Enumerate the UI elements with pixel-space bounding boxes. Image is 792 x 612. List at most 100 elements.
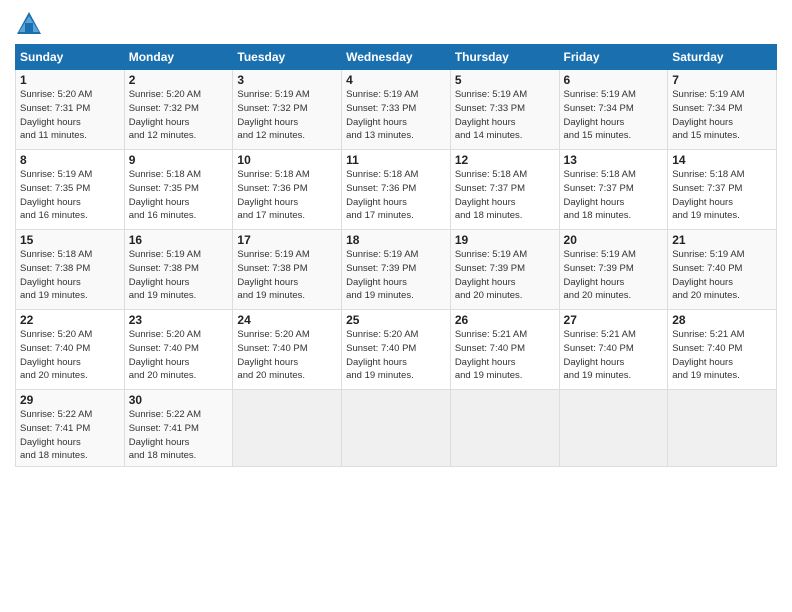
calendar-cell: 1 Sunrise: 5:20 AMSunset: 7:31 PMDayligh… (16, 70, 125, 150)
day-info: Sunrise: 5:22 AMSunset: 7:41 PMDaylight … (20, 409, 92, 461)
day-info: Sunrise: 5:19 AMSunset: 7:38 PMDaylight … (237, 249, 309, 301)
calendar-cell: 21 Sunrise: 5:19 AMSunset: 7:40 PMDaylig… (668, 230, 777, 310)
calendar-cell: 29 Sunrise: 5:22 AMSunset: 7:41 PMDaylig… (16, 390, 125, 467)
calendar-cell: 17 Sunrise: 5:19 AMSunset: 7:38 PMDaylig… (233, 230, 342, 310)
day-number: 8 (20, 153, 120, 167)
week-row-4: 22 Sunrise: 5:20 AMSunset: 7:40 PMDaylig… (16, 310, 777, 390)
day-number: 14 (672, 153, 772, 167)
weekday-header-sunday: Sunday (16, 45, 125, 70)
day-number: 22 (20, 313, 120, 327)
calendar-cell: 6 Sunrise: 5:19 AMSunset: 7:34 PMDayligh… (559, 70, 668, 150)
day-info: Sunrise: 5:19 AMSunset: 7:34 PMDaylight … (564, 89, 636, 141)
page: SundayMondayTuesdayWednesdayThursdayFrid… (0, 0, 792, 612)
calendar-cell: 24 Sunrise: 5:20 AMSunset: 7:40 PMDaylig… (233, 310, 342, 390)
calendar-cell: 4 Sunrise: 5:19 AMSunset: 7:33 PMDayligh… (342, 70, 451, 150)
day-info: Sunrise: 5:19 AMSunset: 7:35 PMDaylight … (20, 169, 92, 221)
calendar-cell: 12 Sunrise: 5:18 AMSunset: 7:37 PMDaylig… (450, 150, 559, 230)
calendar: SundayMondayTuesdayWednesdayThursdayFrid… (15, 44, 777, 467)
day-info: Sunrise: 5:19 AMSunset: 7:38 PMDaylight … (129, 249, 201, 301)
calendar-cell: 14 Sunrise: 5:18 AMSunset: 7:37 PMDaylig… (668, 150, 777, 230)
calendar-cell: 27 Sunrise: 5:21 AMSunset: 7:40 PMDaylig… (559, 310, 668, 390)
day-number: 24 (237, 313, 337, 327)
day-number: 29 (20, 393, 120, 407)
day-info: Sunrise: 5:18 AMSunset: 7:36 PMDaylight … (237, 169, 309, 221)
weekday-header-row: SundayMondayTuesdayWednesdayThursdayFrid… (16, 45, 777, 70)
calendar-cell: 19 Sunrise: 5:19 AMSunset: 7:39 PMDaylig… (450, 230, 559, 310)
calendar-cell: 15 Sunrise: 5:18 AMSunset: 7:38 PMDaylig… (16, 230, 125, 310)
day-number: 3 (237, 73, 337, 87)
day-info: Sunrise: 5:19 AMSunset: 7:34 PMDaylight … (672, 89, 744, 141)
day-number: 7 (672, 73, 772, 87)
logo (15, 10, 47, 38)
calendar-cell (559, 390, 668, 467)
day-info: Sunrise: 5:18 AMSunset: 7:37 PMDaylight … (672, 169, 744, 221)
day-number: 18 (346, 233, 446, 247)
day-info: Sunrise: 5:19 AMSunset: 7:39 PMDaylight … (455, 249, 527, 301)
weekday-header-saturday: Saturday (668, 45, 777, 70)
day-info: Sunrise: 5:19 AMSunset: 7:32 PMDaylight … (237, 89, 309, 141)
day-number: 27 (564, 313, 664, 327)
week-row-5: 29 Sunrise: 5:22 AMSunset: 7:41 PMDaylig… (16, 390, 777, 467)
day-info: Sunrise: 5:18 AMSunset: 7:36 PMDaylight … (346, 169, 418, 221)
day-number: 11 (346, 153, 446, 167)
day-number: 1 (20, 73, 120, 87)
week-row-2: 8 Sunrise: 5:19 AMSunset: 7:35 PMDayligh… (16, 150, 777, 230)
calendar-cell: 7 Sunrise: 5:19 AMSunset: 7:34 PMDayligh… (668, 70, 777, 150)
calendar-cell: 11 Sunrise: 5:18 AMSunset: 7:36 PMDaylig… (342, 150, 451, 230)
calendar-cell (450, 390, 559, 467)
calendar-cell: 10 Sunrise: 5:18 AMSunset: 7:36 PMDaylig… (233, 150, 342, 230)
day-info: Sunrise: 5:20 AMSunset: 7:32 PMDaylight … (129, 89, 201, 141)
day-number: 10 (237, 153, 337, 167)
day-info: Sunrise: 5:20 AMSunset: 7:40 PMDaylight … (20, 329, 92, 381)
day-number: 5 (455, 73, 555, 87)
week-row-3: 15 Sunrise: 5:18 AMSunset: 7:38 PMDaylig… (16, 230, 777, 310)
week-row-1: 1 Sunrise: 5:20 AMSunset: 7:31 PMDayligh… (16, 70, 777, 150)
day-info: Sunrise: 5:19 AMSunset: 7:39 PMDaylight … (346, 249, 418, 301)
calendar-cell: 30 Sunrise: 5:22 AMSunset: 7:41 PMDaylig… (124, 390, 233, 467)
day-info: Sunrise: 5:19 AMSunset: 7:40 PMDaylight … (672, 249, 744, 301)
day-number: 21 (672, 233, 772, 247)
day-number: 9 (129, 153, 229, 167)
calendar-cell: 3 Sunrise: 5:19 AMSunset: 7:32 PMDayligh… (233, 70, 342, 150)
day-info: Sunrise: 5:19 AMSunset: 7:33 PMDaylight … (455, 89, 527, 141)
day-info: Sunrise: 5:21 AMSunset: 7:40 PMDaylight … (455, 329, 527, 381)
weekday-header-friday: Friday (559, 45, 668, 70)
day-info: Sunrise: 5:19 AMSunset: 7:33 PMDaylight … (346, 89, 418, 141)
calendar-cell: 5 Sunrise: 5:19 AMSunset: 7:33 PMDayligh… (450, 70, 559, 150)
calendar-cell: 18 Sunrise: 5:19 AMSunset: 7:39 PMDaylig… (342, 230, 451, 310)
day-number: 30 (129, 393, 229, 407)
day-info: Sunrise: 5:20 AMSunset: 7:40 PMDaylight … (237, 329, 309, 381)
day-number: 16 (129, 233, 229, 247)
calendar-cell (233, 390, 342, 467)
calendar-cell: 25 Sunrise: 5:20 AMSunset: 7:40 PMDaylig… (342, 310, 451, 390)
day-number: 28 (672, 313, 772, 327)
day-info: Sunrise: 5:18 AMSunset: 7:38 PMDaylight … (20, 249, 92, 301)
calendar-cell (342, 390, 451, 467)
day-info: Sunrise: 5:21 AMSunset: 7:40 PMDaylight … (672, 329, 744, 381)
day-number: 12 (455, 153, 555, 167)
day-number: 17 (237, 233, 337, 247)
day-number: 13 (564, 153, 664, 167)
day-number: 4 (346, 73, 446, 87)
calendar-cell: 2 Sunrise: 5:20 AMSunset: 7:32 PMDayligh… (124, 70, 233, 150)
weekday-header-monday: Monday (124, 45, 233, 70)
weekday-header-tuesday: Tuesday (233, 45, 342, 70)
day-number: 25 (346, 313, 446, 327)
day-number: 19 (455, 233, 555, 247)
calendar-cell: 20 Sunrise: 5:19 AMSunset: 7:39 PMDaylig… (559, 230, 668, 310)
calendar-cell: 9 Sunrise: 5:18 AMSunset: 7:35 PMDayligh… (124, 150, 233, 230)
calendar-cell: 16 Sunrise: 5:19 AMSunset: 7:38 PMDaylig… (124, 230, 233, 310)
calendar-cell: 28 Sunrise: 5:21 AMSunset: 7:40 PMDaylig… (668, 310, 777, 390)
calendar-cell (668, 390, 777, 467)
day-info: Sunrise: 5:20 AMSunset: 7:40 PMDaylight … (346, 329, 418, 381)
calendar-cell: 26 Sunrise: 5:21 AMSunset: 7:40 PMDaylig… (450, 310, 559, 390)
header (15, 10, 777, 38)
day-number: 6 (564, 73, 664, 87)
weekday-header-thursday: Thursday (450, 45, 559, 70)
day-info: Sunrise: 5:20 AMSunset: 7:31 PMDaylight … (20, 89, 92, 141)
day-number: 2 (129, 73, 229, 87)
day-info: Sunrise: 5:19 AMSunset: 7:39 PMDaylight … (564, 249, 636, 301)
day-info: Sunrise: 5:21 AMSunset: 7:40 PMDaylight … (564, 329, 636, 381)
calendar-cell: 22 Sunrise: 5:20 AMSunset: 7:40 PMDaylig… (16, 310, 125, 390)
logo-icon (15, 10, 43, 38)
